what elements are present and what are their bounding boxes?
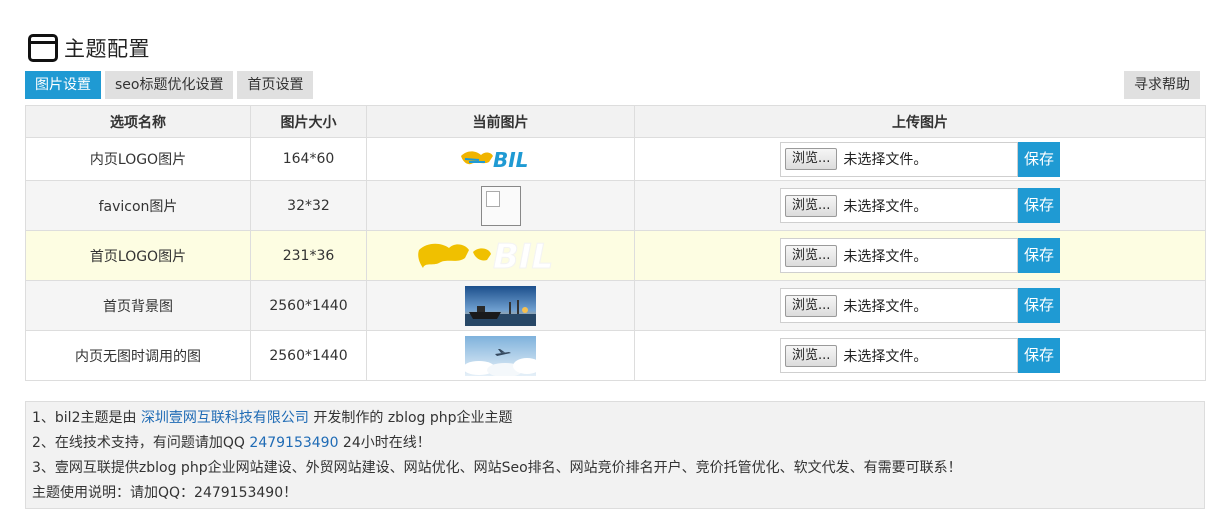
tab-seo-title-settings[interactable]: seo标题优化设置	[105, 71, 234, 99]
header-option-name: 选项名称	[25, 105, 251, 138]
table-header-row: 选项名称 图片大小 当前图片 上传图片	[25, 105, 1206, 138]
info-line-2: 2、在线技术支持，有问题请加QQ 2479153490 24小时在线！	[32, 431, 1198, 456]
tab-home-settings[interactable]: 首页设置	[237, 71, 314, 99]
file-upload: 浏览... 未选择文件。 保存	[780, 188, 1060, 223]
theme-info-panel: 1、bil2主题是由 深圳壹网互联科技有限公司 开发制作的 zblog php企…	[25, 401, 1205, 509]
file-upload: 浏览... 未选择文件。 保存	[780, 141, 1060, 177]
file-status-text: 未选择文件。	[843, 152, 928, 168]
file-input[interactable]: 浏览... 未选择文件。	[780, 188, 1018, 223]
company-link[interactable]: 深圳壹网互联科技有限公司	[141, 410, 309, 426]
logo-image: BIL	[460, 148, 528, 171]
table-row: 首页背景图 2560*1440 浏览... 未选择文件。 保存	[25, 280, 1206, 331]
image-size: 164*60	[250, 137, 367, 181]
browse-button[interactable]: 浏览...	[785, 244, 838, 267]
header-upload-image: 上传图片	[634, 105, 1206, 138]
file-input[interactable]: 浏览... 未选择文件。	[780, 238, 1018, 273]
tab-bar: 图片设置 seo标题优化设置 首页设置	[25, 71, 314, 99]
option-name: 首页背景图	[25, 280, 251, 331]
svg-text:BIL: BIL	[493, 238, 553, 274]
save-button[interactable]: 保存	[1018, 338, 1060, 373]
option-name: 首页LOGO图片	[25, 230, 251, 281]
table-row: 内页LOGO图片 164*60 BIL 浏览... 未选择文件。 保存	[25, 137, 1206, 181]
table-row: 内页无图时调用的图 2560*1440 浏览... 未选择文件。 保存	[25, 330, 1206, 381]
option-name: 内页LOGO图片	[25, 137, 251, 181]
browse-button[interactable]: 浏览...	[785, 344, 838, 367]
file-input[interactable]: 浏览... 未选择文件。	[780, 288, 1018, 323]
browse-button[interactable]: 浏览...	[785, 294, 838, 317]
image-size: 2560*1440	[250, 280, 367, 331]
file-status-text: 未选择文件。	[843, 198, 928, 215]
current-image-cell	[366, 330, 635, 381]
table-row: favicon图片 32*32 浏览... 未选择文件。 保存	[25, 180, 1206, 231]
help-button[interactable]: 寻求帮助	[1124, 71, 1200, 99]
image-size: 32*32	[250, 180, 367, 231]
info-text: 24小时在线！	[338, 435, 431, 451]
file-upload: 浏览... 未选择文件。 保存	[780, 238, 1060, 273]
option-name: favicon图片	[25, 180, 251, 231]
current-image-cell	[366, 280, 635, 331]
upload-cell: 浏览... 未选择文件。 保存	[634, 137, 1206, 181]
file-upload: 浏览... 未选择文件。 保存	[780, 288, 1060, 323]
current-image-cell	[366, 180, 635, 231]
page-header: 主题配置	[28, 32, 150, 64]
info-line-4: 主题使用说明：请加QQ：2479153490！	[32, 485, 298, 501]
save-button[interactable]: 保存	[1018, 141, 1060, 177]
ship-harbor-image	[465, 285, 536, 326]
image-settings-table: 选项名称 图片大小 当前图片 上传图片 内页LOGO图片 164*60 BIL …	[25, 105, 1206, 381]
save-button[interactable]: 保存	[1018, 288, 1060, 323]
qq-link[interactable]: 2479153490	[249, 435, 338, 451]
tab-image-settings[interactable]: 图片设置	[25, 71, 101, 99]
info-line-3: 3、壹网互联提供zblog php企业网站建设、外贸网站建设、网站优化、网站Se…	[32, 460, 962, 476]
page-title: 主题配置	[64, 37, 150, 61]
image-size: 231*36	[250, 230, 367, 281]
save-button[interactable]: 保存	[1018, 188, 1060, 223]
logo-image-white: BIL	[417, 238, 553, 274]
broken-image-icon	[480, 185, 521, 226]
upload-cell: 浏览... 未选择文件。 保存	[634, 230, 1206, 281]
info-text: 1、bil2主题是由	[32, 410, 141, 426]
file-input[interactable]: 浏览... 未选择文件。	[780, 141, 1018, 177]
image-size: 2560*1440	[250, 330, 367, 381]
file-status-text: 未选择文件。	[843, 348, 928, 365]
browse-button[interactable]: 浏览...	[785, 194, 838, 217]
file-status-text: 未选择文件。	[843, 248, 928, 265]
upload-cell: 浏览... 未选择文件。 保存	[634, 180, 1206, 231]
browse-button[interactable]: 浏览...	[785, 148, 838, 170]
info-text: 2、在线技术支持，有问题请加QQ	[32, 435, 250, 451]
file-status-text: 未选择文件。	[843, 298, 928, 315]
svg-text:BIL: BIL	[493, 148, 528, 171]
header-current-image: 当前图片	[366, 105, 635, 138]
save-button[interactable]: 保存	[1018, 238, 1060, 273]
current-image-cell: BIL	[366, 230, 635, 281]
airplane-sky-image	[465, 335, 536, 376]
header-image-size: 图片大小	[250, 105, 367, 138]
file-upload: 浏览... 未选择文件。 保存	[780, 338, 1060, 373]
table-row: 首页LOGO图片 231*36 BIL 浏览... 未选择文件。 保存	[25, 230, 1206, 281]
current-image-cell: BIL	[366, 137, 635, 181]
file-input[interactable]: 浏览... 未选择文件。	[780, 338, 1018, 373]
info-text: 开发制作的 zblog php企业主题	[308, 410, 513, 426]
option-name: 内页无图时调用的图	[25, 330, 251, 381]
info-line-1: 1、bil2主题是由 深圳壹网互联科技有限公司 开发制作的 zblog php企…	[32, 406, 1198, 431]
upload-cell: 浏览... 未选择文件。 保存	[634, 330, 1206, 381]
upload-cell: 浏览... 未选择文件。 保存	[634, 280, 1206, 331]
window-icon	[28, 34, 58, 62]
